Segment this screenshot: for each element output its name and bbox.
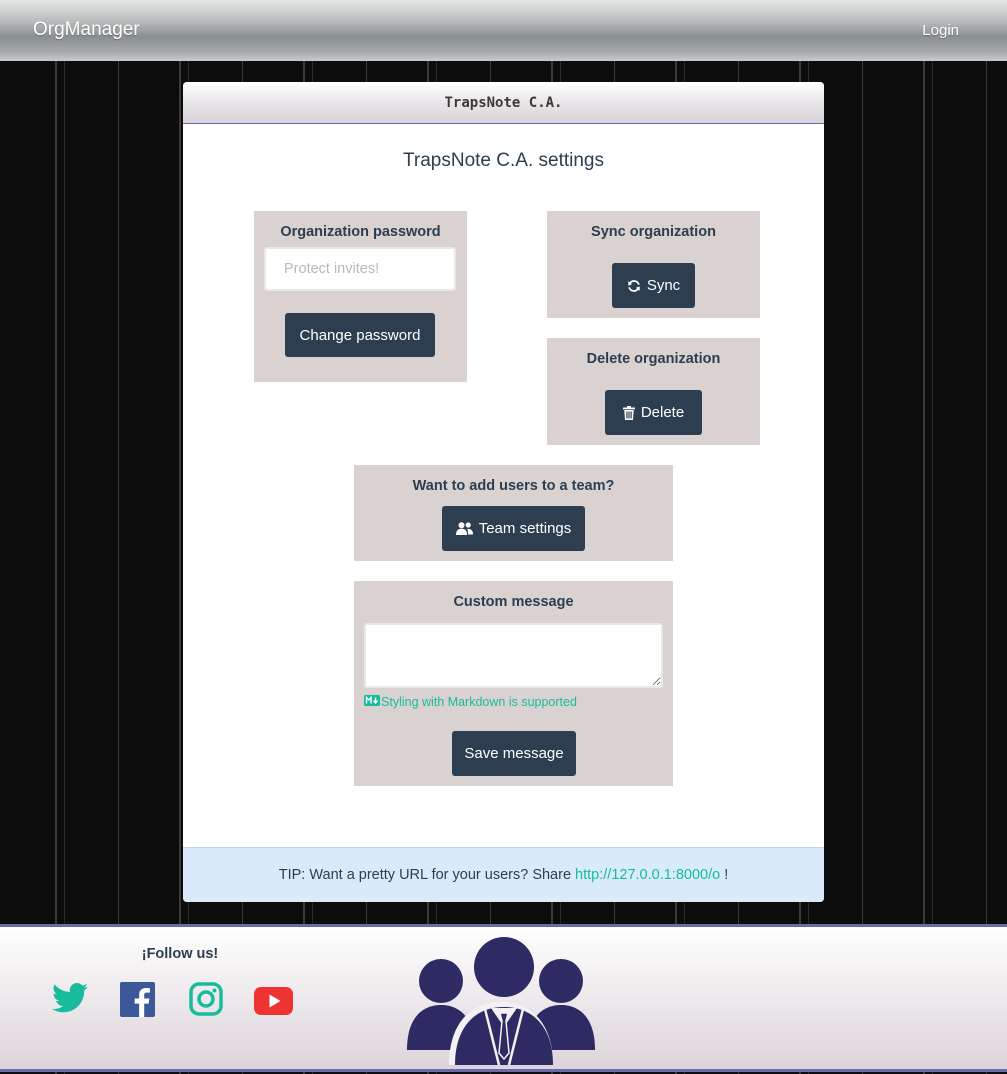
markdown-note: Styling with Markdown is supported <box>364 695 577 709</box>
youtube-icon[interactable] <box>254 987 293 1020</box>
refresh-icon <box>627 279 641 293</box>
password-box-title: Organization password <box>280 224 441 240</box>
delete-box: Delete organization Delete <box>547 338 760 445</box>
team-box-title: Want to add users to a team? <box>412 478 615 494</box>
users-icon <box>455 522 473 535</box>
custom-message-textarea[interactable] <box>364 623 663 688</box>
sync-button[interactable]: Sync <box>612 263 695 308</box>
team-logo-icon <box>405 935 598 1070</box>
facebook-icon[interactable] <box>120 982 155 1022</box>
team-box: Want to add users to a team? Team settin… <box>354 465 673 561</box>
login-link[interactable]: Login <box>922 22 959 39</box>
delete-label: Delete <box>640 404 685 421</box>
tip-banner: TIP: Want a pretty URL for your users? S… <box>183 847 824 902</box>
change-password-label: Change password <box>299 326 421 344</box>
card-header: TrapsNote C.A. <box>183 82 824 124</box>
password-box: Organization password Change password <box>254 211 467 382</box>
instagram-icon[interactable] <box>189 982 223 1021</box>
brand-logo[interactable]: OrgManager <box>33 19 140 41</box>
team-settings-button[interactable]: Team settings <box>442 506 585 551</box>
twitter-icon[interactable] <box>52 983 88 1018</box>
trash-icon <box>622 405 635 420</box>
sync-label: Sync <box>646 277 681 294</box>
message-box-title: Custom message <box>453 594 574 610</box>
settings-card: TrapsNote C.A. TrapsNote C.A. settings O… <box>183 82 824 902</box>
tip-suffix: ! <box>720 867 729 883</box>
page-title: TrapsNote C.A. settings <box>403 150 604 171</box>
navbar: OrgManager Login <box>0 0 1007 61</box>
team-settings-label: Team settings <box>478 520 572 537</box>
sync-box-title: Sync organization <box>591 224 716 240</box>
follow-label: ¡Follow us! <box>141 946 219 962</box>
markdown-note-text: Styling with Markdown is supported <box>381 695 577 709</box>
sync-box: Sync organization Sync <box>547 211 760 318</box>
password-input[interactable] <box>264 247 456 291</box>
save-message-label: Save message <box>464 745 564 762</box>
change-password-button[interactable]: Change password <box>285 313 435 357</box>
footer: ¡Follow us! <box>0 924 1007 1072</box>
delete-button[interactable]: Delete <box>605 390 702 435</box>
save-message-button[interactable]: Save message <box>452 731 576 776</box>
markdown-icon <box>364 695 380 709</box>
delete-box-title: Delete organization <box>586 351 721 367</box>
tip-text: TIP: Want a pretty URL for your users? S… <box>278 867 576 883</box>
tip-link[interactable]: http://127.0.0.1:8000/o <box>575 867 720 883</box>
message-box: Custom message Styling with Markdown is … <box>354 581 673 786</box>
